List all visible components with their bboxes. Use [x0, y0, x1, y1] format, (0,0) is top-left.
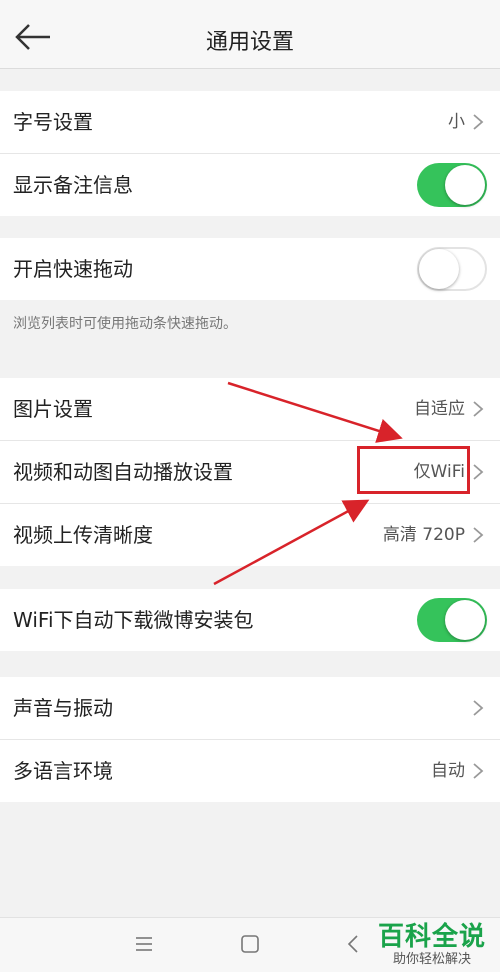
watermark-logo: 百科全说 助你轻松解决	[372, 922, 492, 968]
annotation-highlight-box	[357, 446, 470, 494]
chevron-right-icon	[473, 763, 484, 779]
system-navigation-bar: 百科全说 助你轻松解决	[0, 917, 500, 972]
fast-drag-toggle[interactable]	[417, 247, 487, 291]
wifi-auto-download-row: WiFi下自动下载微博安装包	[0, 589, 500, 651]
row-label: 视频上传清晰度	[13, 523, 153, 547]
toggle-knob	[445, 600, 485, 640]
home-square-icon[interactable]	[238, 932, 262, 956]
font-size-setting-row[interactable]: 字号设置 小	[0, 91, 500, 154]
language-row[interactable]: 多语言环境 自动	[0, 740, 500, 802]
menu-icon[interactable]	[132, 932, 156, 956]
sound-vibration-row[interactable]: 声音与振动	[0, 677, 500, 740]
chevron-right-icon	[473, 527, 484, 543]
row-value: 自动	[431, 761, 465, 781]
settings-group-download: WiFi下自动下载微博安装包	[0, 589, 500, 651]
settings-group-display: 字号设置 小 显示备注信息	[0, 91, 500, 216]
watermark-subtitle: 助你轻松解决	[392, 952, 471, 967]
video-upload-quality-row[interactable]: 视频上传清晰度 高清 720P	[0, 504, 500, 566]
fast-drag-row: 开启快速拖动	[0, 238, 500, 300]
row-label: WiFi下自动下载微博安装包	[13, 608, 254, 632]
wifi-auto-download-toggle[interactable]	[417, 598, 487, 642]
row-label: 视频和动图自动播放设置	[13, 460, 233, 484]
settings-group-misc: 声音与振动 多语言环境 自动	[0, 677, 500, 802]
toggle-knob	[419, 249, 459, 289]
row-label: 声音与振动	[13, 696, 113, 720]
chevron-right-icon	[473, 464, 484, 480]
chevron-right-icon	[473, 401, 484, 417]
image-settings-row[interactable]: 图片设置 自适应	[0, 378, 500, 441]
app-header: 通用设置	[0, 0, 500, 69]
row-label: 开启快速拖动	[13, 257, 133, 281]
row-value: 小	[448, 112, 465, 132]
row-label: 图片设置	[13, 397, 93, 421]
show-remark-info-row: 显示备注信息	[0, 154, 500, 216]
settings-group-drag: 开启快速拖动	[0, 238, 500, 300]
watermark-title: 百科全说	[377, 922, 486, 952]
row-label: 字号设置	[13, 110, 93, 134]
toggle-knob	[445, 165, 485, 205]
row-value: 高清 720P	[382, 525, 465, 545]
row-value: 自适应	[414, 399, 465, 419]
back-triangle-icon[interactable]	[342, 932, 366, 956]
show-remark-toggle[interactable]	[417, 163, 487, 207]
chevron-right-icon	[473, 114, 484, 130]
fast-drag-hint: 浏览列表时可使用拖动条快速拖动。	[13, 316, 237, 332]
chevron-right-icon	[473, 700, 484, 716]
page-title: 通用设置	[205, 30, 294, 55]
row-label: 显示备注信息	[13, 173, 133, 197]
row-label: 多语言环境	[13, 759, 113, 783]
